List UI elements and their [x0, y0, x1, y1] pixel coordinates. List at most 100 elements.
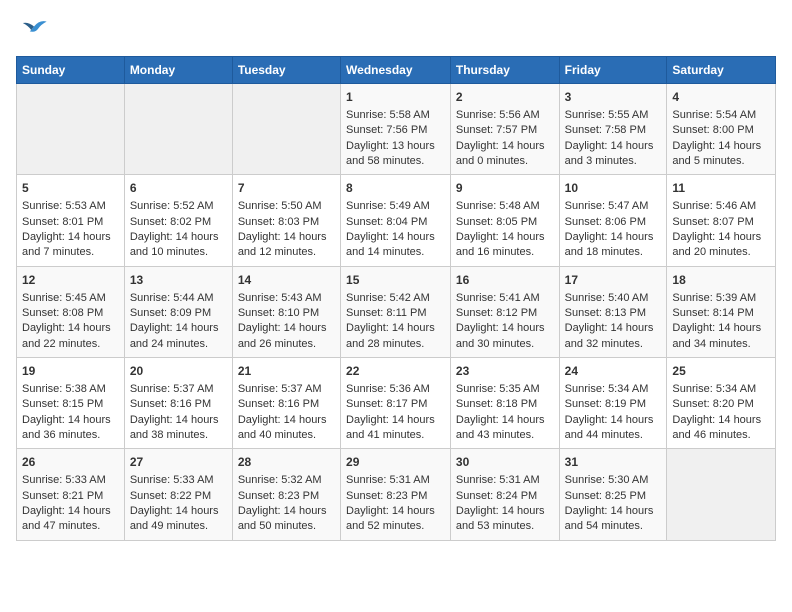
- day-info: Sunrise: 5:47 AM: [565, 199, 662, 214]
- day-info: Sunrise: 5:50 AM: [238, 199, 335, 214]
- calendar-cell: 14Sunrise: 5:43 AMSunset: 8:10 PMDayligh…: [232, 266, 340, 357]
- day-info: Sunset: 8:17 PM: [346, 397, 445, 412]
- calendar-cell: 6Sunrise: 5:52 AMSunset: 8:02 PMDaylight…: [124, 175, 232, 266]
- day-info: Sunrise: 5:54 AM: [672, 108, 770, 123]
- day-info: Sunset: 7:57 PM: [456, 123, 554, 138]
- col-header-tuesday: Tuesday: [232, 57, 340, 84]
- day-info: Sunset: 8:00 PM: [672, 123, 770, 138]
- calendar-cell: 23Sunrise: 5:35 AMSunset: 8:18 PMDayligh…: [450, 358, 559, 449]
- day-number: 5: [22, 180, 119, 197]
- day-info: Daylight: 14 hours: [565, 230, 662, 245]
- day-info: Sunrise: 5:37 AM: [238, 382, 335, 397]
- day-info: Daylight: 14 hours: [346, 504, 445, 519]
- day-info: and 3 minutes.: [565, 154, 662, 169]
- calendar-cell: 29Sunrise: 5:31 AMSunset: 8:23 PMDayligh…: [341, 449, 451, 540]
- day-info: and 22 minutes.: [22, 337, 119, 352]
- day-info: Sunset: 8:25 PM: [565, 489, 662, 504]
- calendar-body: 1Sunrise: 5:58 AMSunset: 7:56 PMDaylight…: [17, 84, 776, 541]
- day-info: and 44 minutes.: [565, 428, 662, 443]
- day-info: and 12 minutes.: [238, 245, 335, 260]
- day-info: Sunset: 8:03 PM: [238, 215, 335, 230]
- day-info: and 5 minutes.: [672, 154, 770, 169]
- day-info: Sunrise: 5:35 AM: [456, 382, 554, 397]
- day-info: Sunrise: 5:45 AM: [22, 291, 119, 306]
- day-info: and 58 minutes.: [346, 154, 445, 169]
- calendar-header-row: SundayMondayTuesdayWednesdayThursdayFrid…: [17, 57, 776, 84]
- day-info: Sunrise: 5:41 AM: [456, 291, 554, 306]
- day-info: and 34 minutes.: [672, 337, 770, 352]
- col-header-wednesday: Wednesday: [341, 57, 451, 84]
- day-number: 23: [456, 363, 554, 380]
- calendar-cell: 9Sunrise: 5:48 AMSunset: 8:05 PMDaylight…: [450, 175, 559, 266]
- day-info: Daylight: 14 hours: [456, 139, 554, 154]
- day-number: 12: [22, 272, 119, 289]
- day-info: Sunrise: 5:52 AM: [130, 199, 227, 214]
- day-info: Sunrise: 5:30 AM: [565, 473, 662, 488]
- calendar-cell: 18Sunrise: 5:39 AMSunset: 8:14 PMDayligh…: [667, 266, 776, 357]
- day-info: Sunset: 8:01 PM: [22, 215, 119, 230]
- calendar-cell: 7Sunrise: 5:50 AMSunset: 8:03 PMDaylight…: [232, 175, 340, 266]
- day-info: Sunset: 8:19 PM: [565, 397, 662, 412]
- calendar-cell: 19Sunrise: 5:38 AMSunset: 8:15 PMDayligh…: [17, 358, 125, 449]
- day-info: Sunrise: 5:46 AM: [672, 199, 770, 214]
- day-number: 11: [672, 180, 770, 197]
- day-info: Sunset: 8:24 PM: [456, 489, 554, 504]
- day-info: Daylight: 14 hours: [238, 321, 335, 336]
- day-info: and 41 minutes.: [346, 428, 445, 443]
- day-number: 19: [22, 363, 119, 380]
- calendar-cell: [17, 84, 125, 175]
- calendar-week-1: 1Sunrise: 5:58 AMSunset: 7:56 PMDaylight…: [17, 84, 776, 175]
- day-info: Daylight: 14 hours: [346, 413, 445, 428]
- day-info: Sunset: 8:04 PM: [346, 215, 445, 230]
- day-info: Sunrise: 5:40 AM: [565, 291, 662, 306]
- day-info: and 46 minutes.: [672, 428, 770, 443]
- day-info: Sunset: 8:11 PM: [346, 306, 445, 321]
- day-info: Daylight: 14 hours: [672, 230, 770, 245]
- calendar-table: SundayMondayTuesdayWednesdayThursdayFrid…: [16, 56, 776, 541]
- day-info: Daylight: 14 hours: [456, 230, 554, 245]
- day-number: 3: [565, 89, 662, 106]
- day-info: Daylight: 14 hours: [22, 413, 119, 428]
- day-info: and 54 minutes.: [565, 519, 662, 534]
- day-info: Daylight: 14 hours: [346, 230, 445, 245]
- day-info: and 32 minutes.: [565, 337, 662, 352]
- day-number: 29: [346, 454, 445, 471]
- logo-bird-icon: [20, 16, 48, 44]
- day-info: Daylight: 13 hours: [346, 139, 445, 154]
- day-info: Sunrise: 5:49 AM: [346, 199, 445, 214]
- calendar-cell: 15Sunrise: 5:42 AMSunset: 8:11 PMDayligh…: [341, 266, 451, 357]
- calendar-cell: 21Sunrise: 5:37 AMSunset: 8:16 PMDayligh…: [232, 358, 340, 449]
- calendar-cell: 3Sunrise: 5:55 AMSunset: 7:58 PMDaylight…: [559, 84, 667, 175]
- day-info: Sunrise: 5:36 AM: [346, 382, 445, 397]
- day-info: and 7 minutes.: [22, 245, 119, 260]
- day-number: 10: [565, 180, 662, 197]
- day-number: 7: [238, 180, 335, 197]
- day-info: Sunrise: 5:53 AM: [22, 199, 119, 214]
- day-info: and 40 minutes.: [238, 428, 335, 443]
- day-info: Sunrise: 5:48 AM: [456, 199, 554, 214]
- day-number: 28: [238, 454, 335, 471]
- day-info: and 30 minutes.: [456, 337, 554, 352]
- day-info: and 36 minutes.: [22, 428, 119, 443]
- day-info: and 20 minutes.: [672, 245, 770, 260]
- day-info: Daylight: 14 hours: [565, 504, 662, 519]
- calendar-cell: 12Sunrise: 5:45 AMSunset: 8:08 PMDayligh…: [17, 266, 125, 357]
- calendar-cell: 22Sunrise: 5:36 AMSunset: 8:17 PMDayligh…: [341, 358, 451, 449]
- col-header-thursday: Thursday: [450, 57, 559, 84]
- day-number: 8: [346, 180, 445, 197]
- day-info: Daylight: 14 hours: [565, 139, 662, 154]
- day-number: 27: [130, 454, 227, 471]
- day-info: and 43 minutes.: [456, 428, 554, 443]
- calendar-cell: 25Sunrise: 5:34 AMSunset: 8:20 PMDayligh…: [667, 358, 776, 449]
- day-info: and 49 minutes.: [130, 519, 227, 534]
- day-number: 1: [346, 89, 445, 106]
- day-info: Sunset: 8:08 PM: [22, 306, 119, 321]
- day-info: Daylight: 14 hours: [130, 321, 227, 336]
- col-header-saturday: Saturday: [667, 57, 776, 84]
- day-number: 15: [346, 272, 445, 289]
- day-number: 26: [22, 454, 119, 471]
- day-info: Sunset: 8:23 PM: [238, 489, 335, 504]
- day-info: Sunset: 8:10 PM: [238, 306, 335, 321]
- day-info: Sunset: 8:05 PM: [456, 215, 554, 230]
- day-info: Sunset: 8:21 PM: [22, 489, 119, 504]
